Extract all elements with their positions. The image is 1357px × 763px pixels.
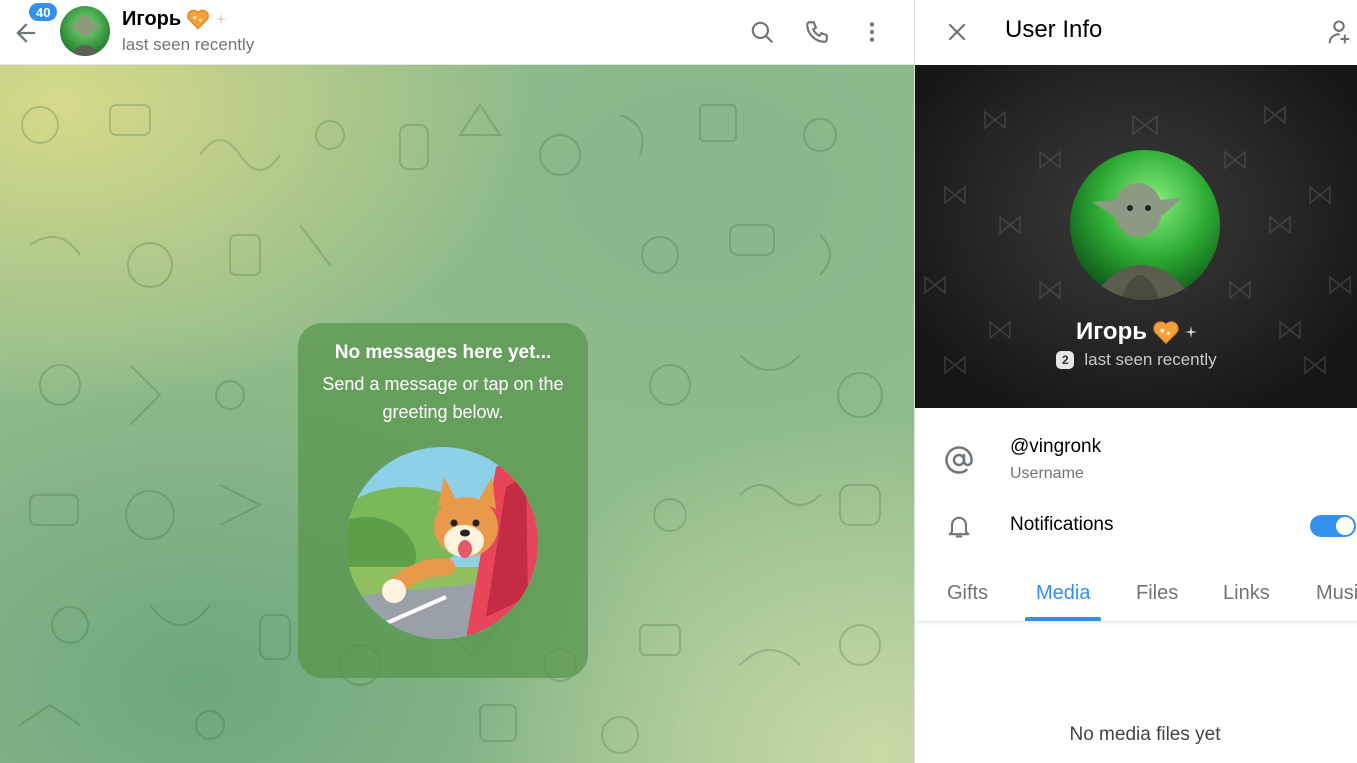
sparkle-icon bbox=[215, 13, 228, 25]
search-icon bbox=[751, 21, 773, 43]
notifications-row[interactable]: Notifications bbox=[915, 500, 1357, 552]
sparkle-icon bbox=[1185, 326, 1197, 338]
profile-status: 2 last seen recently bbox=[915, 350, 1357, 370]
chat-title[interactable]: Игорь bbox=[122, 6, 228, 32]
chat-panel: No messages here yet... Send a message o… bbox=[0, 0, 914, 763]
username-value: @vingronk bbox=[1010, 436, 1102, 457]
chat-title-text: Игорь bbox=[122, 7, 182, 30]
at-sign-icon bbox=[941, 442, 977, 478]
empty-chat-title: No messages here yet... bbox=[334, 342, 552, 363]
empty-chat-card: No messages here yet... Send a message o… bbox=[298, 323, 588, 678]
chat-status: last seen recently bbox=[122, 35, 255, 54]
tab-links[interactable]: Links bbox=[1223, 582, 1270, 605]
profile-name-text: Игорь bbox=[1075, 318, 1147, 345]
gift-count-badge[interactable]: 2 bbox=[1056, 351, 1075, 369]
greeting-sticker[interactable] bbox=[346, 447, 538, 639]
tab-music[interactable]: Music bbox=[1316, 582, 1357, 605]
chat-background: No messages here yet... Send a message o… bbox=[0, 65, 914, 763]
active-tab-indicator bbox=[1025, 617, 1101, 621]
tab-files[interactable]: Files bbox=[1136, 582, 1178, 605]
heart-gift-icon bbox=[1153, 321, 1179, 345]
no-media-text: No media files yet bbox=[1069, 724, 1221, 745]
media-tabs: Gifts Media Files Links Music bbox=[915, 566, 1357, 622]
profile-status-text: last seen recently bbox=[1084, 350, 1217, 369]
tab-media[interactable]: Media bbox=[1036, 582, 1090, 605]
tab-gifts[interactable]: Gifts bbox=[947, 582, 988, 605]
unread-badge: 40 bbox=[27, 1, 60, 23]
profile-avatar[interactable] bbox=[1070, 150, 1220, 300]
username-label: Username bbox=[1010, 465, 1084, 482]
toggle-knob bbox=[1336, 517, 1354, 535]
add-user-icon bbox=[1328, 20, 1350, 44]
profile-header: Игорь 2 last seen recently bbox=[915, 65, 1357, 408]
notifications-toggle[interactable] bbox=[1310, 515, 1356, 537]
call-button[interactable] bbox=[797, 12, 837, 52]
empty-chat-text: Send a message or tap on the greeting be… bbox=[322, 374, 564, 422]
username-row[interactable]: @vingronk Username bbox=[915, 420, 1357, 500]
bell-icon bbox=[941, 508, 977, 544]
close-icon bbox=[948, 23, 966, 41]
close-button[interactable] bbox=[937, 12, 977, 52]
more-button[interactable] bbox=[852, 12, 892, 52]
chat-header: 40 Игорь last seen recently bbox=[0, 0, 914, 65]
more-vertical-icon bbox=[869, 22, 875, 42]
chat-avatar[interactable] bbox=[60, 6, 110, 56]
user-info-panel: User Info Игорь 2 last seen recently @vi… bbox=[914, 0, 1357, 763]
search-button[interactable] bbox=[742, 12, 782, 52]
profile-name: Игорь bbox=[915, 317, 1357, 347]
arrow-left-icon bbox=[16, 23, 36, 43]
add-contact-button[interactable] bbox=[1319, 12, 1357, 52]
info-header: User Info bbox=[915, 0, 1357, 65]
heart-gift-icon bbox=[187, 9, 210, 30]
phone-icon bbox=[806, 21, 828, 43]
notifications-label: Notifications bbox=[1010, 514, 1114, 535]
info-title: User Info bbox=[1005, 16, 1103, 43]
